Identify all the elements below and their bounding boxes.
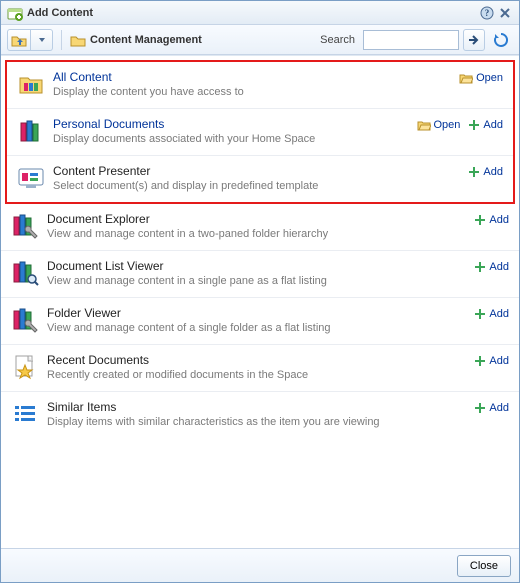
footer: Close (1, 548, 519, 582)
list-item: Document List Viewer View and manage cont… (1, 251, 519, 298)
doc-star-icon (11, 353, 39, 381)
list-item: Personal Documents Display documents asso… (7, 109, 513, 156)
list-item-actions: Add (474, 214, 509, 226)
list-item-desc: View and manage content in a single pane… (47, 275, 474, 287)
plus-icon (468, 119, 480, 131)
presenter-icon (17, 164, 45, 192)
plus-icon (474, 214, 486, 226)
highlight-box: All Content Display the content you have … (5, 60, 515, 204)
open-action[interactable]: Open (459, 72, 503, 84)
list-item: Similar Items Display items with similar … (1, 392, 519, 438)
books-search-icon (11, 259, 39, 287)
open-action[interactable]: Open (417, 119, 461, 131)
books-wrench-icon (11, 212, 39, 240)
up-folder-split-button[interactable] (7, 29, 53, 51)
list-item: Folder Viewer View and manage content of … (1, 298, 519, 345)
titlebar: Add Content ? (1, 1, 519, 25)
breadcrumb: Content Management (70, 33, 316, 47)
open-folder-icon (459, 72, 473, 84)
chevron-down-icon[interactable] (31, 29, 53, 51)
content-list: All Content Display the content you have … (1, 55, 519, 548)
plus-icon (474, 355, 486, 367)
add-label: Add (483, 166, 503, 178)
list-item-title: Document Explorer (47, 212, 150, 226)
list-item-main: Content Presenter Select document(s) and … (53, 164, 468, 192)
list-item-title[interactable]: All Content (53, 70, 112, 84)
list-item-main: Similar Items Display items with similar … (47, 400, 474, 428)
list-item-title: Folder Viewer (47, 306, 121, 320)
breadcrumb-label: Content Management (90, 34, 202, 46)
list-item: Document Explorer View and manage content… (1, 204, 519, 251)
folder-content-icon (17, 70, 45, 98)
list-item-desc: Recently created or modified documents i… (47, 369, 474, 381)
add-action[interactable]: Add (474, 355, 509, 367)
add-label: Add (489, 355, 509, 367)
toolbar: Content Management Search (1, 25, 519, 55)
plus-icon (468, 166, 480, 178)
open-label: Open (476, 72, 503, 84)
list-item-actions: Open Add (417, 119, 504, 131)
search-input[interactable] (363, 30, 459, 50)
plus-icon (474, 402, 486, 414)
add-label: Add (489, 261, 509, 273)
list-item-title[interactable]: Personal Documents (53, 117, 164, 131)
add-action[interactable]: Add (474, 402, 509, 414)
add-action[interactable]: Add (468, 119, 503, 131)
add-label: Add (483, 119, 503, 131)
list-item-actions: Add (474, 261, 509, 273)
list-item-actions: Open (459, 72, 503, 84)
list-item-desc: View and manage content of a single fold… (47, 322, 474, 334)
add-label: Add (489, 308, 509, 320)
folder-icon (70, 33, 86, 47)
list-item-desc: Display items with similar characteristi… (47, 416, 474, 428)
refresh-icon[interactable] (489, 29, 513, 51)
list-item-main: Personal Documents Display documents asso… (53, 117, 417, 145)
separator (61, 30, 62, 50)
list-item-main: Document List Viewer View and manage cont… (47, 259, 474, 287)
list-item-title: Recent Documents (47, 353, 149, 367)
close-icon[interactable] (497, 5, 513, 21)
add-label: Add (489, 402, 509, 414)
add-action[interactable]: Add (474, 214, 509, 226)
list-item-main: Recent Documents Recently created or modi… (47, 353, 474, 381)
list-item-main: Document Explorer View and manage content… (47, 212, 474, 240)
list-item-actions: Add (474, 402, 509, 414)
list-item-actions: Add (468, 166, 503, 178)
list-item-main: Folder Viewer View and manage content of … (47, 306, 474, 334)
list-item: Content Presenter Select document(s) and … (7, 156, 513, 202)
add-content-icon (7, 5, 23, 21)
list-item-title: Similar Items (47, 400, 116, 414)
list-item-desc: Display documents associated with your H… (53, 133, 417, 145)
add-action[interactable]: Add (474, 308, 509, 320)
add-action[interactable]: Add (468, 166, 503, 178)
books-wrench-icon (11, 306, 39, 334)
list-item-title: Document List Viewer (47, 259, 164, 273)
up-folder-button[interactable] (7, 29, 31, 51)
list-item-actions: Add (474, 308, 509, 320)
add-content-dialog: Add Content ? Content Management Search (0, 0, 520, 583)
list-icon (11, 400, 39, 428)
close-button[interactable]: Close (457, 555, 511, 577)
add-action[interactable]: Add (474, 261, 509, 273)
dialog-title: Add Content (27, 7, 477, 19)
list-item-desc: Select document(s) and display in predef… (53, 180, 468, 192)
plus-icon (474, 261, 486, 273)
books-icon (17, 117, 45, 145)
open-label: Open (434, 119, 461, 131)
list-item-desc: Display the content you have access to (53, 86, 459, 98)
add-label: Add (489, 214, 509, 226)
list-item-actions: Add (474, 355, 509, 367)
help-icon[interactable]: ? (479, 5, 495, 21)
plus-icon (474, 308, 486, 320)
search-label: Search (320, 34, 355, 46)
list-item-title: Content Presenter (53, 164, 150, 178)
search-go-button[interactable] (463, 29, 485, 51)
list-item: All Content Display the content you have … (7, 62, 513, 109)
list-item-desc: View and manage content in a two-paned f… (47, 228, 474, 240)
list-item: Recent Documents Recently created or modi… (1, 345, 519, 392)
list-item-main: All Content Display the content you have … (53, 70, 459, 98)
open-folder-icon (417, 119, 431, 131)
svg-text:?: ? (485, 8, 490, 18)
